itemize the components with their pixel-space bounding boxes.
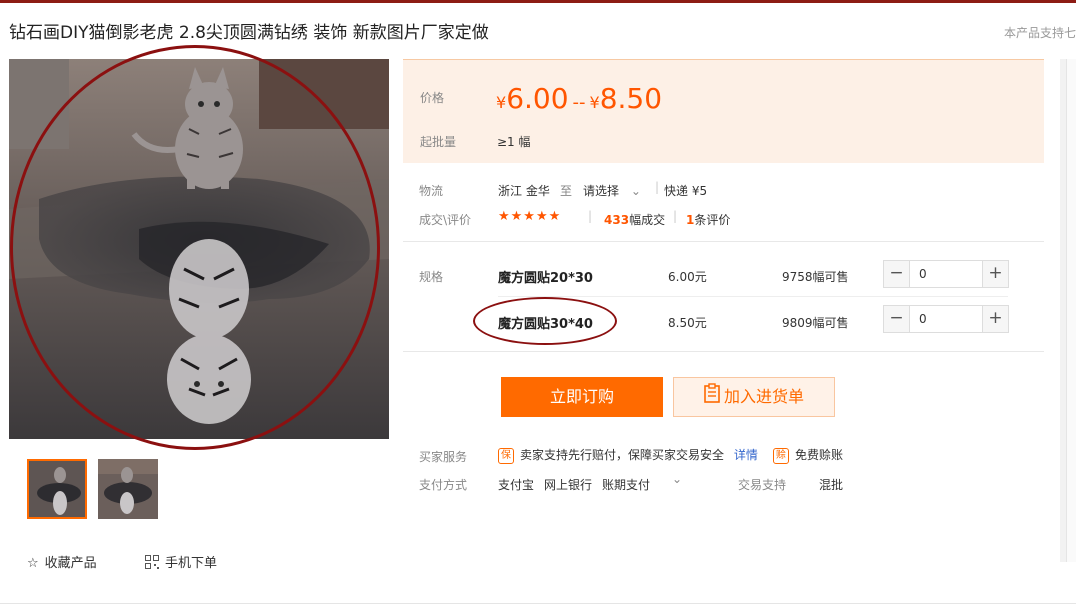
payment-credit: 账期支付 [602, 478, 651, 492]
thumbnail-1-image [29, 461, 85, 517]
price-range: ¥6.00 -- ¥8.50 [496, 82, 662, 115]
increment-button-2[interactable]: + [982, 306, 1008, 332]
reviews-divider: | [588, 209, 593, 223]
support-note: 本产品支持七 [1004, 26, 1076, 40]
quantity-stepper-2: − 0 + [883, 305, 1009, 333]
thumbnail-2[interactable] [98, 459, 158, 519]
sold-suffix: 幅成交 [629, 213, 666, 227]
trade-support-value: 混批 [819, 478, 844, 492]
bottom-divider [0, 603, 1076, 604]
chevron-down-icon: ⌄ [630, 184, 641, 198]
add-to-list-label: 加入进货单 [723, 387, 804, 406]
right-side-panel [1060, 59, 1076, 562]
product-title: 钻石画DIY猫倒影老虎 2.8尖顶圆满钻绣 装饰 新款图片厂家定做 [9, 23, 489, 43]
credit-badge-icon: 赊 [773, 447, 789, 464]
logistics-origin: 浙江 金华 [498, 184, 550, 198]
qr-code-icon [145, 554, 159, 573]
credit-text: 免费赊账 [795, 448, 844, 462]
reviews-divider-2: | [673, 209, 678, 223]
annotation-circle-sku [473, 297, 617, 345]
details-link[interactable]: 详情 [734, 448, 758, 462]
thumbnail-1[interactable] [27, 459, 87, 519]
trade-support-label: 交易支持 [738, 478, 787, 492]
top-accent-line [0, 0, 1076, 3]
logistics-divider: | [655, 180, 660, 194]
quantity-stepper-1: − 0 + [883, 260, 1009, 288]
mobile-order-action[interactable]: 手机下单 [145, 552, 217, 573]
payment-alipay: 支付宝 [498, 478, 535, 492]
payment-bank: 网上银行 [544, 478, 593, 492]
payment-label: 支付方式 [419, 478, 468, 492]
destination-select[interactable]: 请选择 ⌄ [583, 182, 641, 199]
sold-count-link[interactable]: 433幅成交 [604, 211, 665, 228]
annotation-circle-image [10, 45, 380, 450]
moq-value: ≥1 幅 [497, 135, 531, 149]
price-panel: 价格 ¥6.00 -- ¥8.50 起批量 ≥1 幅 [403, 59, 1044, 163]
section-divider-1 [403, 241, 1044, 242]
payment-expand-icon[interactable]: ⌄ [672, 472, 682, 486]
sku-label: 规格 [419, 270, 444, 284]
mobile-order-label: 手机下单 [165, 556, 218, 571]
currency-high: ¥ [589, 93, 600, 112]
quantity-input-1[interactable]: 0 [919, 267, 927, 281]
thumbnail-2-image [98, 459, 158, 519]
guarantee-text: 卖家支持先行赔付，保障买家交易安全 [520, 448, 725, 462]
sku-name-1: 魔方圆贴20*30 [498, 271, 593, 286]
credit-service: 赊免费赊账 [773, 446, 843, 464]
favorite-action[interactable]: ☆ 收藏产品 [27, 552, 97, 571]
price-high: 8.50 [599, 82, 663, 115]
sku-price-1: 6.00元 [668, 270, 707, 284]
sku-price-2: 8.50元 [668, 316, 707, 330]
price-label: 价格 [420, 91, 445, 105]
logistics-to: 至 [560, 184, 573, 198]
top-bar [0, 0, 1076, 4]
buy-now-button[interactable]: 立即订购 [501, 377, 663, 417]
decrement-button-2[interactable]: − [884, 306, 910, 332]
add-to-list-button[interactable]: 加入进货单 [673, 377, 835, 417]
sold-count: 433 [604, 213, 630, 227]
rating-stars: ★★★★★ [498, 209, 562, 224]
logistics-label: 物流 [419, 184, 444, 198]
section-divider-2 [403, 351, 1044, 352]
right-side-tab[interactable] [1066, 59, 1076, 562]
favorite-label: 收藏产品 [44, 556, 97, 571]
clipboard-icon [704, 379, 720, 417]
quantity-input-2[interactable]: 0 [919, 312, 927, 326]
price-low: 6.00 [506, 82, 569, 115]
sku-stock-1: 9758幅可售 [782, 270, 849, 284]
reviews-label: 成交\评价 [419, 213, 472, 227]
increment-button-1[interactable]: + [982, 261, 1008, 287]
sku-separator [498, 296, 1008, 297]
review-count-link[interactable]: 1条评价 [686, 211, 730, 228]
star-outline-icon: ☆ [27, 556, 39, 571]
sku-stock-2: 9809幅可售 [782, 316, 849, 330]
services-label: 买家服务 [419, 450, 468, 464]
currency-low: ¥ [496, 93, 507, 112]
express-fee: 快递 ¥5 [664, 184, 708, 198]
price-separator: -- [572, 92, 586, 113]
guarantee-badge-icon: 保 [498, 447, 514, 464]
review-suffix: 条评价 [694, 213, 731, 227]
moq-label: 起批量 [420, 135, 457, 149]
guarantee-service: 保卖家支持先行赔付，保障买家交易安全 详情 [498, 446, 758, 464]
destination-value: 请选择 [583, 184, 620, 198]
decrement-button-1[interactable]: − [884, 261, 910, 287]
